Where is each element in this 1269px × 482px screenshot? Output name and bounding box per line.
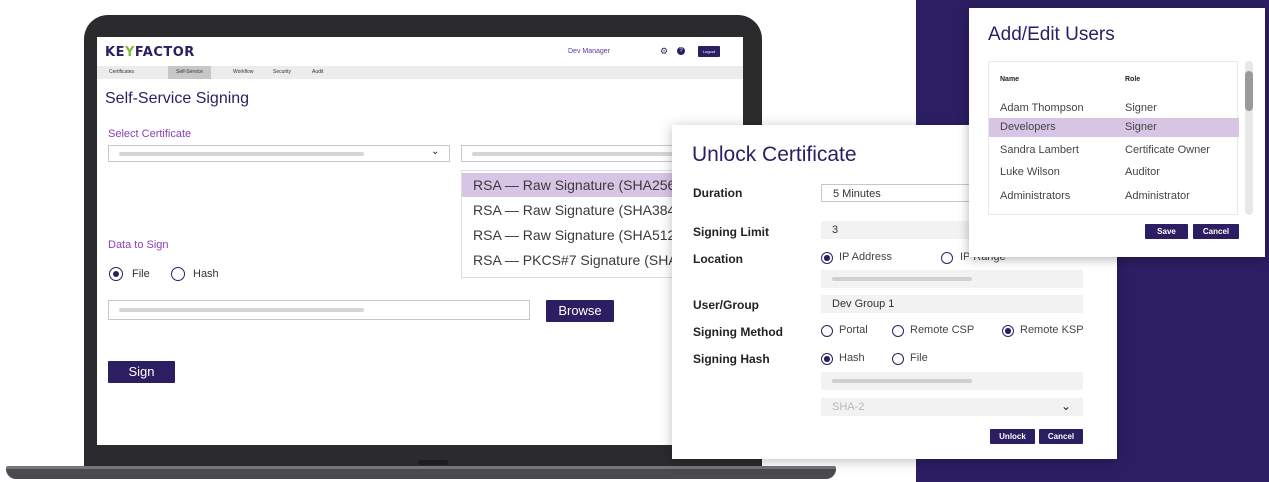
duration-label: Duration — [693, 186, 743, 200]
certificate-select[interactable]: ⌄ — [108, 145, 450, 162]
laptop-notch — [418, 460, 448, 465]
ip-range-radio[interactable] — [941, 252, 953, 264]
remote-ksp-radio[interactable] — [1002, 325, 1014, 337]
location-label: Location — [693, 252, 743, 266]
hash-radio[interactable] — [821, 353, 833, 365]
hash-algorithm-select[interactable]: SHA-2 ⌄ — [821, 398, 1083, 416]
select-certificate-label: Select Certificate — [108, 128, 192, 140]
users-table: Name Role Adam Thompson Signer Developer… — [988, 61, 1239, 215]
gear-icon[interactable]: ⚙ — [660, 46, 668, 57]
user-role: Signer — [1125, 102, 1157, 114]
user-group-label: User/Group — [693, 298, 760, 312]
user-name: Luke Wilson — [1000, 166, 1060, 178]
user-name: Adam Thompson — [1000, 102, 1084, 114]
file-radio[interactable] — [109, 267, 123, 281]
help-icon[interactable]: ? — [677, 47, 685, 55]
add-edit-users-dialog: Add/Edit Users Name Role Adam Thompson S… — [969, 8, 1265, 257]
user-group-input[interactable]: Dev Group 1 — [821, 295, 1083, 313]
tab-audit[interactable]: Audit — [304, 66, 331, 79]
tab-certificates[interactable]: Certificates — [101, 66, 142, 79]
signing-hash-label: Signing Hash — [693, 352, 770, 366]
user-role: Administrator — [1125, 190, 1190, 202]
scrollbar-thumb[interactable] — [1245, 71, 1253, 111]
app-header: KEYFACTOR Dev Manager ⚙ ? Logout — [97, 37, 743, 66]
signature-placeholder-bar — [472, 152, 692, 156]
table-row[interactable]: Administrators Administrator — [989, 187, 1239, 206]
chevron-down-icon: ⌄ — [1061, 399, 1072, 413]
file-path-placeholder-bar — [119, 308, 364, 312]
laptop-base — [6, 469, 836, 479]
logo-text-y: Y — [124, 45, 135, 60]
hash-label: Hash — [839, 352, 865, 364]
remote-ksp-label: Remote KSP — [1020, 324, 1084, 336]
file-label: File — [910, 352, 928, 364]
tab-self-service[interactable]: Self-Service — [168, 66, 211, 79]
user-name: Administrators — [1000, 190, 1071, 202]
dialog-title: Unlock Certificate — [692, 143, 857, 166]
hash-algorithm-value: SHA-2 — [832, 401, 865, 413]
dialog-title: Add/Edit Users — [988, 24, 1115, 45]
file-radio[interactable] — [892, 353, 904, 365]
data-to-sign-label: Data to Sign — [108, 239, 169, 251]
hash-placeholder-bar — [832, 379, 972, 383]
portal-label: Portal — [839, 324, 868, 336]
stage: KEYFACTOR Dev Manager ⚙ ? Logout Certifi… — [0, 0, 1269, 482]
user-role: Auditor — [1125, 166, 1160, 178]
column-header-name: Name — [1000, 76, 1020, 83]
signing-method-label: Signing Method — [693, 325, 783, 339]
browse-button[interactable]: Browse — [546, 300, 614, 322]
signing-limit-label: Signing Limit — [693, 225, 769, 239]
file-radio-label: File — [132, 268, 150, 280]
user-menu[interactable]: Dev Manager — [568, 48, 610, 55]
users-scrollbar[interactable] — [1245, 61, 1253, 215]
portal-radio[interactable] — [821, 325, 833, 337]
sign-button[interactable]: Sign — [108, 361, 175, 383]
tab-security[interactable]: Security — [265, 66, 299, 79]
certificate-placeholder-bar — [119, 152, 364, 156]
location-placeholder-bar — [832, 277, 972, 281]
cancel-button[interactable]: Cancel — [1193, 224, 1239, 239]
ip-address-label: IP Address — [839, 251, 892, 263]
ip-address-radio[interactable] — [821, 252, 833, 264]
table-row[interactable]: Developers Signer — [989, 118, 1239, 137]
user-role: Certificate Owner — [1125, 144, 1210, 156]
file-path-input[interactable] — [108, 300, 530, 320]
logo-text-end: FACTOR — [134, 45, 195, 60]
hash-radio-label: Hash — [193, 268, 219, 280]
remote-csp-label: Remote CSP — [910, 324, 975, 336]
user-role: Signer — [1125, 121, 1157, 133]
cancel-button[interactable]: Cancel — [1039, 429, 1083, 444]
table-row[interactable]: Adam Thompson Signer — [989, 99, 1239, 118]
main-nav: Certificates Self-Service Workflow Secur… — [97, 66, 743, 79]
user-name: Sandra Lambert — [1000, 144, 1079, 156]
save-button[interactable]: Save — [1145, 224, 1188, 239]
page-title: Self-Service Signing — [105, 90, 250, 107]
remote-csp-radio[interactable] — [892, 325, 904, 337]
keyfactor-logo[interactable]: KEYFACTOR — [105, 45, 195, 60]
table-row[interactable]: Luke Wilson Auditor — [989, 163, 1239, 182]
app-screen: KEYFACTOR Dev Manager ⚙ ? Logout Certifi… — [97, 37, 743, 445]
hash-radio[interactable] — [171, 267, 185, 281]
user-name: Developers — [1000, 121, 1056, 133]
table-row[interactable]: Sandra Lambert Certificate Owner — [989, 141, 1239, 160]
unlock-button[interactable]: Unlock — [990, 429, 1035, 444]
column-header-role: Role — [1125, 76, 1141, 83]
tab-workflow[interactable]: Workflow — [225, 66, 261, 79]
chevron-down-icon: ⌄ — [431, 146, 440, 157]
logout-button[interactable]: Logout — [698, 46, 720, 57]
logo-text-start: KE — [105, 45, 125, 60]
